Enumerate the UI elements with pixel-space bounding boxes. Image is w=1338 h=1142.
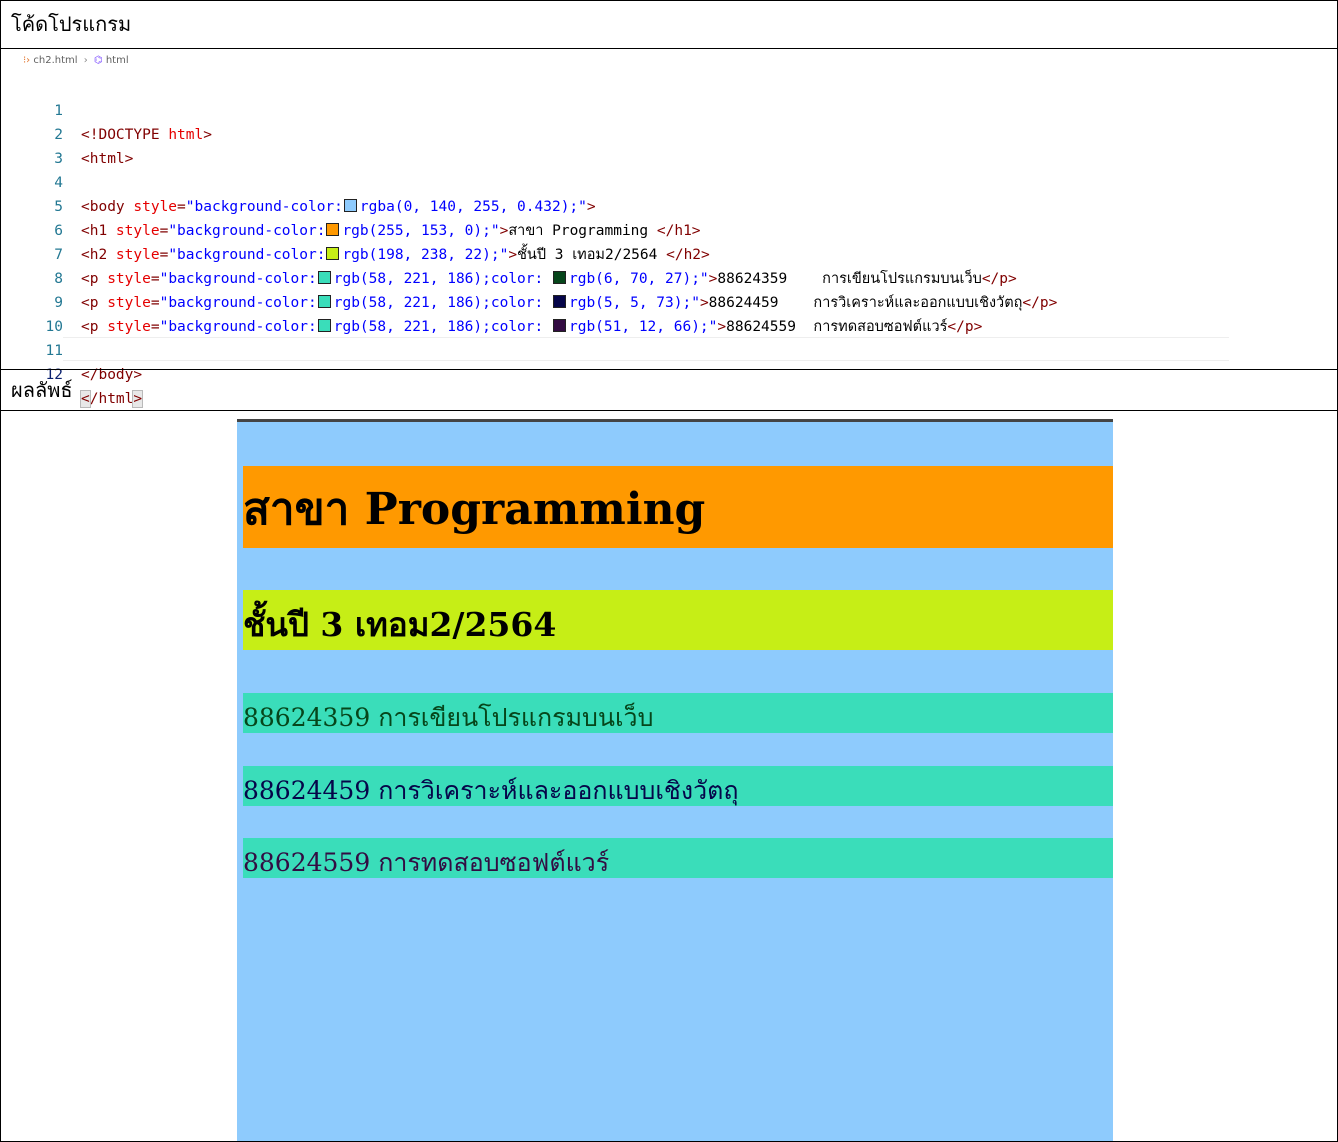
- code-line: 1 <!DOCTYPE html>: [15, 75, 212, 143]
- code-text: <p style="background-color: rgb(58, 221, …: [81, 319, 983, 335]
- code-editor: ⁝› ch2.html › ⌬ html 1 <!DOCTYPE html> 2…: [15, 53, 1229, 408]
- code-line: 11 </body>: [15, 315, 143, 383]
- heading-2: ชั้นปี 3 เทอม2/2564: [243, 590, 1113, 650]
- document-table: โค้ดโปรแกรม ⁝› ch2.html › ⌬ html 1 <!DOC…: [0, 0, 1338, 1142]
- code-line: 10: [15, 291, 67, 335]
- result-section-header: ผลลัพธ์: [1, 369, 1337, 411]
- file-icon: ⁝›: [23, 55, 31, 66]
- code-text: <p style="background-color: rgb(58, 221, …: [81, 295, 1058, 311]
- code-text: <body style="background-color: rgba(0, 14…: [81, 199, 596, 215]
- breadcrumb: ⁝› ch2.html › ⌬ html: [23, 55, 129, 66]
- code-line: 6 <h2 style="background-color: rgb(198, 2…: [15, 195, 710, 263]
- color-swatch[interactable]: [317, 271, 331, 284]
- paragraph-2: 88624459 การวิเคราะห์และออกแบบเชิงวัตถุ: [243, 766, 1113, 806]
- breadcrumb-node[interactable]: html: [106, 55, 129, 66]
- chevron-right-icon: ›: [83, 55, 88, 66]
- heading-1: สาขา Programming: [243, 466, 1113, 548]
- code-text: <h1 style="background-color: rgb(255, 153…: [81, 223, 701, 239]
- breadcrumb-file[interactable]: ch2.html: [33, 55, 77, 66]
- code-line: 7 <p style="background-color: rgb(58, 221…: [15, 219, 1016, 287]
- code-line-current[interactable]: 12 </html>: [15, 339, 144, 408]
- code-line: 8 <p style="background-color: rgb(58, 221…: [15, 243, 1057, 311]
- code-section-header: โค้ดโปรแกรม: [1, 1, 1337, 49]
- code-text: <h2 style="background-color: rgb(198, 238…: [81, 247, 710, 263]
- color-swatch[interactable]: [326, 223, 340, 236]
- color-swatch[interactable]: [552, 271, 566, 284]
- paragraph-1: 88624359 การเขียนโปรแกรมบนเว็บ: [243, 693, 1113, 733]
- code-line: 3: [15, 123, 67, 167]
- heading-2-text: ชั้นปี 3 เทอม2/2564: [243, 605, 557, 644]
- result-section-label: ผลลัพธ์: [11, 378, 73, 402]
- color-swatch[interactable]: [552, 319, 566, 332]
- color-swatch[interactable]: [552, 295, 566, 308]
- heading-1-text: สาขา Programming: [243, 484, 706, 535]
- color-swatch[interactable]: [343, 199, 357, 212]
- code-text: <html>: [81, 151, 134, 167]
- paragraph-3-text: 88624559 การทดสอบซอฟต์แวร์: [243, 848, 610, 877]
- code-section-label: โค้ดโปรแกรม: [11, 12, 132, 36]
- paragraph-1-text: 88624359 การเขียนโปรแกรมบนเว็บ: [243, 703, 654, 732]
- code-text: <!DOCTYPE html>: [81, 127, 212, 143]
- code-line: 4 <body style="background-color: rgba(0, …: [15, 147, 595, 215]
- code-line: 2 <html>: [15, 99, 133, 167]
- rendered-page: สาขา Programming ชั้นปี 3 เทอม2/2564 886…: [237, 419, 1113, 1141]
- color-swatch[interactable]: [317, 295, 331, 308]
- current-line-highlight: [63, 337, 1229, 361]
- code-text: <p style="background-color: rgb(58, 221, …: [81, 271, 1017, 287]
- color-swatch[interactable]: [317, 319, 331, 332]
- color-swatch[interactable]: [326, 247, 340, 260]
- code-line: 9 <p style="background-color: rgb(58, 221…: [15, 267, 982, 335]
- paragraph-2-text: 88624459 การวิเคราะห์และออกแบบเชิงวัตถุ: [243, 776, 739, 805]
- code-line: 5 <h1 style="background-color: rgb(255, 1…: [15, 171, 700, 239]
- element-icon: ⌬: [93, 55, 103, 66]
- paragraph-3: 88624559 การทดสอบซอฟต์แวร์: [243, 838, 1113, 878]
